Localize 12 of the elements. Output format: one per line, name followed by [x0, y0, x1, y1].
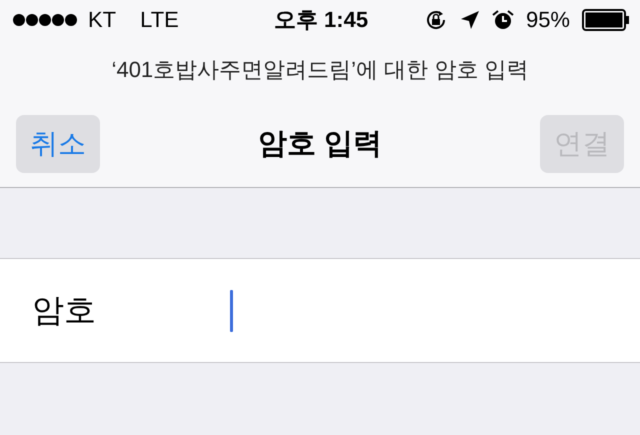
battery-icon	[582, 9, 630, 31]
password-label: 암호	[31, 290, 97, 330]
clock-time: 오후 1:45	[274, 6, 368, 34]
signal-icon	[12, 13, 78, 27]
alarm-clock-icon	[492, 9, 514, 31]
nav-title: 암호 입력	[258, 126, 382, 162]
cancel-button[interactable]: 취소	[16, 114, 100, 172]
location-arrow-icon	[460, 10, 480, 30]
network-type: LTE	[140, 7, 179, 33]
prompt-text: ‘401호밥사주면알려드림’에 대한 암호 입력	[112, 56, 528, 84]
battery-percent: 95%	[526, 7, 570, 33]
carrier-name: KT	[88, 7, 116, 33]
